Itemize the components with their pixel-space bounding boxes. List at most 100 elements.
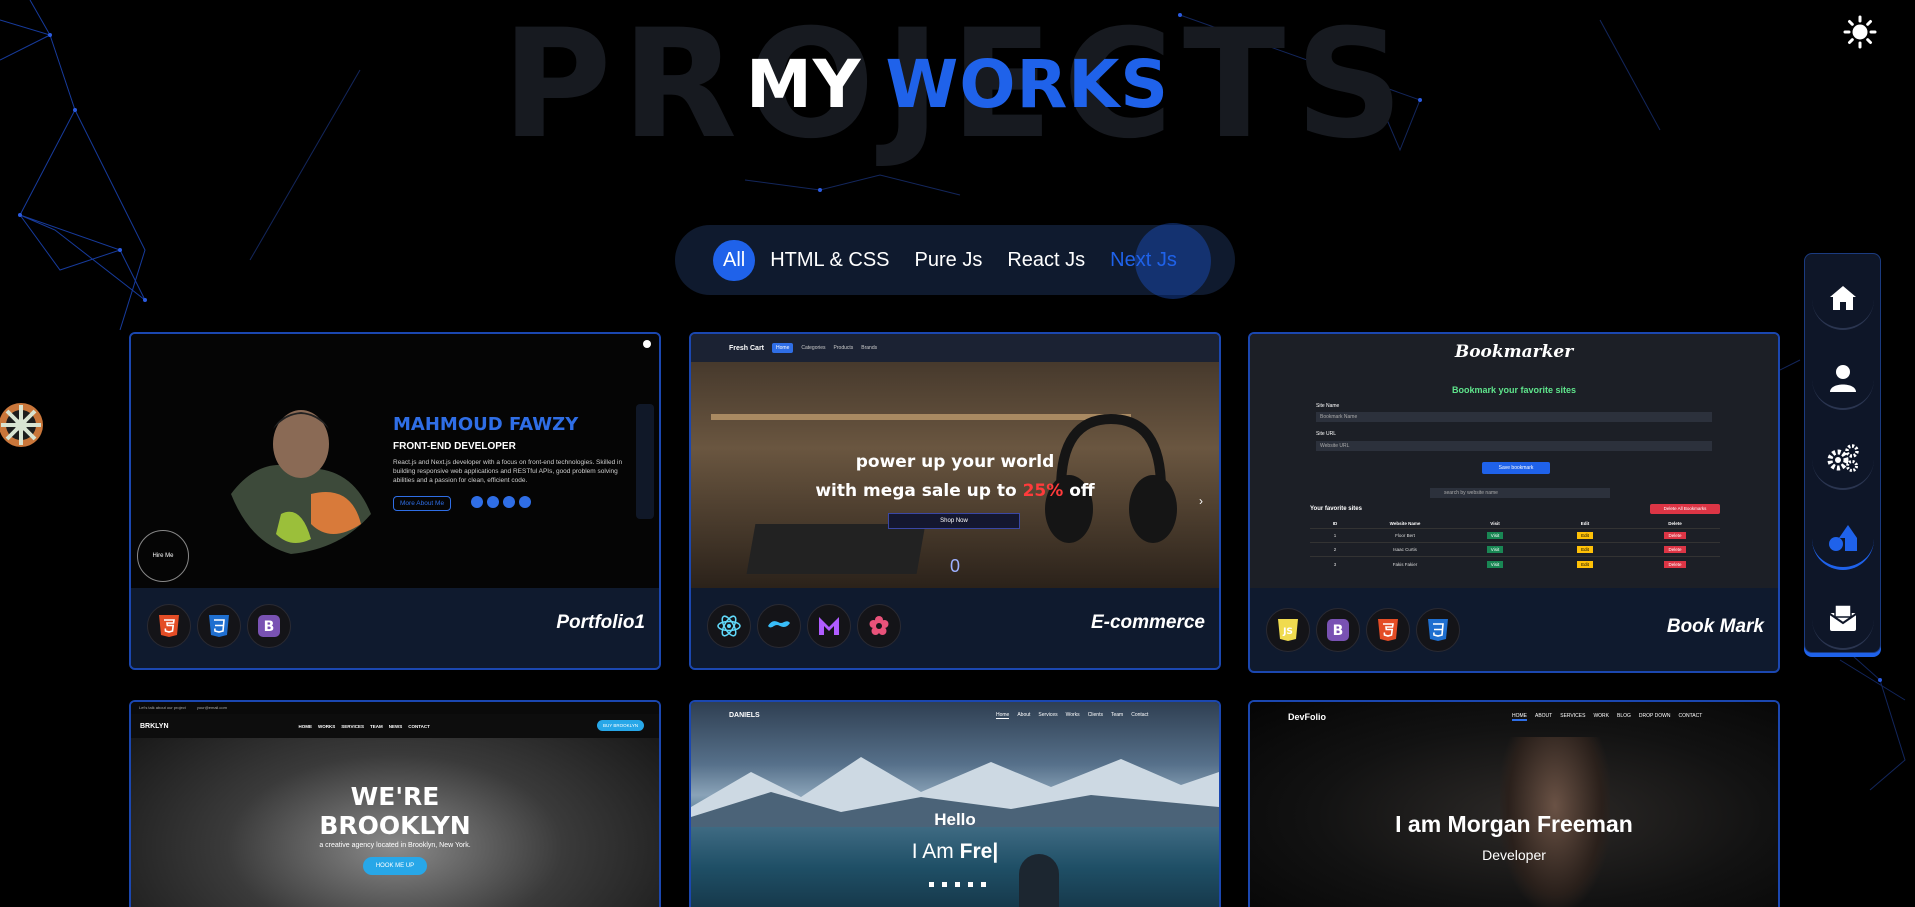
shapes-icon	[1829, 524, 1857, 551]
sun-icon	[1843, 15, 1877, 49]
save-bookmark-button: Save bookmark	[1482, 462, 1550, 474]
preview-topbar: Let's talk about our project your@email.…	[131, 702, 659, 714]
project-preview: DANIELS Home About Services Works Client…	[691, 702, 1219, 907]
hero-line2: BROOKLYN	[319, 811, 471, 840]
hero-text: React.js and Next.js developer with a fo…	[393, 459, 623, 484]
search-field: search by website name	[1430, 488, 1610, 498]
svg-text:B: B	[1333, 623, 1344, 639]
svg-text:B: B	[264, 619, 275, 635]
hook-me-up-button: HOOK ME UP	[363, 857, 427, 875]
hero-subheading: Developer	[1482, 847, 1546, 863]
filter-all[interactable]: All	[713, 239, 756, 281]
preview-navbar: Fresh Cart Home Categories Products Bran…	[691, 334, 1219, 362]
card-footer: E-commerce	[691, 588, 1219, 666]
page-title: MY WORKS	[0, 52, 1915, 118]
shop-now-button: Shop Now	[888, 513, 1020, 529]
site-name-field: Bookmark Name	[1316, 412, 1712, 422]
mini-side-nav	[636, 404, 654, 519]
hero-hello: Hello	[934, 810, 976, 829]
user-icon	[1830, 365, 1856, 392]
project-preview: Bookmarker Bookmark your favorite sites …	[1250, 334, 1778, 588]
react-icon	[707, 604, 751, 648]
social-icons	[471, 496, 531, 508]
table-row: 1 Floor Bert Visit Edit Delete	[1310, 529, 1720, 543]
preview-nav: Home About Services Works Clients Team C…	[996, 712, 1149, 719]
side-navigation	[1804, 253, 1881, 653]
preview-brand: DANIELS	[729, 712, 760, 719]
filter-next-js[interactable]: Next Js	[1100, 240, 1187, 281]
redux-flower-icon	[857, 604, 901, 648]
gears-icon	[1827, 444, 1859, 472]
project-name: Book Mark	[1666, 616, 1764, 637]
bootstrap-icon: B	[1316, 608, 1360, 652]
hero-line1: power up your world	[855, 452, 1055, 472]
project-card-bookmark[interactable]: Bookmarker Bookmark your favorite sites …	[1248, 332, 1780, 673]
filter-pure-js[interactable]: Pure Js	[905, 240, 993, 281]
framer-motion-icon	[807, 604, 851, 648]
html5-icon	[1366, 608, 1410, 652]
mini-sun-icon	[643, 340, 651, 348]
css3-icon	[1416, 608, 1460, 652]
bookmarks-table: ID Website Name Visit Edit Delete 1 Floo…	[1310, 519, 1720, 571]
social-icons	[929, 882, 986, 887]
hero-line1: WE'RE	[350, 782, 440, 811]
project-card-brooklyn[interactable]: Let's talk about our project your@email.…	[129, 700, 661, 907]
table-row: 3 Fakis Fakier Visit Edit Delete	[1310, 557, 1720, 571]
mail-icon	[1829, 604, 1857, 631]
hero-tagline: a creative agency located in Brooklyn, N…	[319, 842, 471, 849]
table-row: 2 Isaac Curtis Visit Edit Delete	[1310, 543, 1720, 557]
project-preview: Fresh Cart Home Categories Products Bran…	[691, 334, 1219, 588]
title-word-works: WORKS	[885, 46, 1169, 123]
nav-about[interactable]	[1812, 348, 1874, 410]
project-name: Portfolio1	[556, 612, 645, 633]
css3-icon	[197, 604, 241, 648]
hero-heading: MAHMOUD FAWZY	[393, 414, 579, 435]
project-card-devfolio[interactable]: DevFolio HOME ABOUT SERVICES WORK BLOG D…	[1248, 700, 1780, 907]
project-card-portfolio1[interactable]: MAHMOUD FAWZY FRONT-END DEVELOPER React.…	[129, 332, 661, 670]
preview-navbar: BRKLYN HOME WORKS SERVICES TEAM NEWS CON…	[131, 714, 659, 738]
site-url-label: Site URL	[1316, 431, 1337, 437]
filter-html-css[interactable]: HTML & CSS	[760, 240, 899, 281]
filter-react-js[interactable]: React Js	[997, 240, 1095, 281]
color-wheel-icon	[0, 403, 43, 447]
project-filter-bar: All HTML & CSS Pure Js React Js Next Js	[675, 223, 1235, 299]
more-about-button: More About Me	[393, 496, 452, 511]
hero-heading: I am Morgan Freeman	[1395, 811, 1633, 837]
preview-heading: Bookmark your favorite sites	[1451, 385, 1577, 395]
theme-toggle-button[interactable]	[1842, 14, 1878, 50]
delete-all-button: Delete All Bookmarks	[1650, 504, 1720, 514]
card-footer: JS B Book Mark	[1250, 588, 1778, 666]
headphones-illustration	[1045, 413, 1177, 543]
list-title: Your favorite sites	[1310, 506, 1362, 512]
hero-subheading: FRONT-END DEVELOPER	[393, 441, 516, 452]
html5-icon	[147, 604, 191, 648]
project-preview: Let's talk about our project your@email.…	[131, 702, 659, 907]
portrait-illustration	[231, 410, 371, 554]
card-footer: B Portfolio1	[131, 588, 659, 666]
title-word-my: MY	[746, 46, 862, 123]
nav-contact[interactable]	[1812, 588, 1874, 650]
project-card-daniels[interactable]: DANIELS Home About Services Works Client…	[689, 700, 1221, 907]
preview-brand: Bookmarker	[1454, 342, 1574, 362]
project-card-ecommerce[interactable]: Fresh Cart Home Categories Products Bran…	[689, 332, 1221, 670]
site-url-field: Website URL	[1316, 441, 1712, 451]
hero-line2: with mega sale up to 25% off	[815, 481, 1095, 501]
nav-works[interactable]	[1812, 508, 1874, 570]
home-icon	[1830, 286, 1856, 310]
nav-services[interactable]	[1812, 428, 1874, 490]
project-name: E-commerce	[1090, 612, 1205, 633]
hire-me-badge: Hire Me	[137, 530, 189, 582]
tailwind-icon	[757, 604, 801, 648]
bootstrap-icon: B	[247, 604, 291, 648]
project-preview: DevFolio HOME ABOUT SERVICES WORK BLOG D…	[1250, 702, 1778, 907]
hero-typed: I Am Fre|	[911, 840, 999, 863]
settings-wheel-widget[interactable]	[0, 402, 44, 448]
preview-brand: DevFolio	[1288, 712, 1327, 722]
carousel-next: ›	[1199, 494, 1203, 508]
svg-text:JS: JS	[1282, 627, 1293, 637]
nav-home[interactable]	[1812, 268, 1874, 330]
javascript-icon: JS	[1266, 608, 1310, 652]
person-silhouette	[1019, 854, 1059, 907]
preview-nav: HOME ABOUT SERVICES WORK BLOG DROP DOWN …	[1512, 713, 1703, 721]
site-name-label: Site Name	[1316, 403, 1340, 409]
